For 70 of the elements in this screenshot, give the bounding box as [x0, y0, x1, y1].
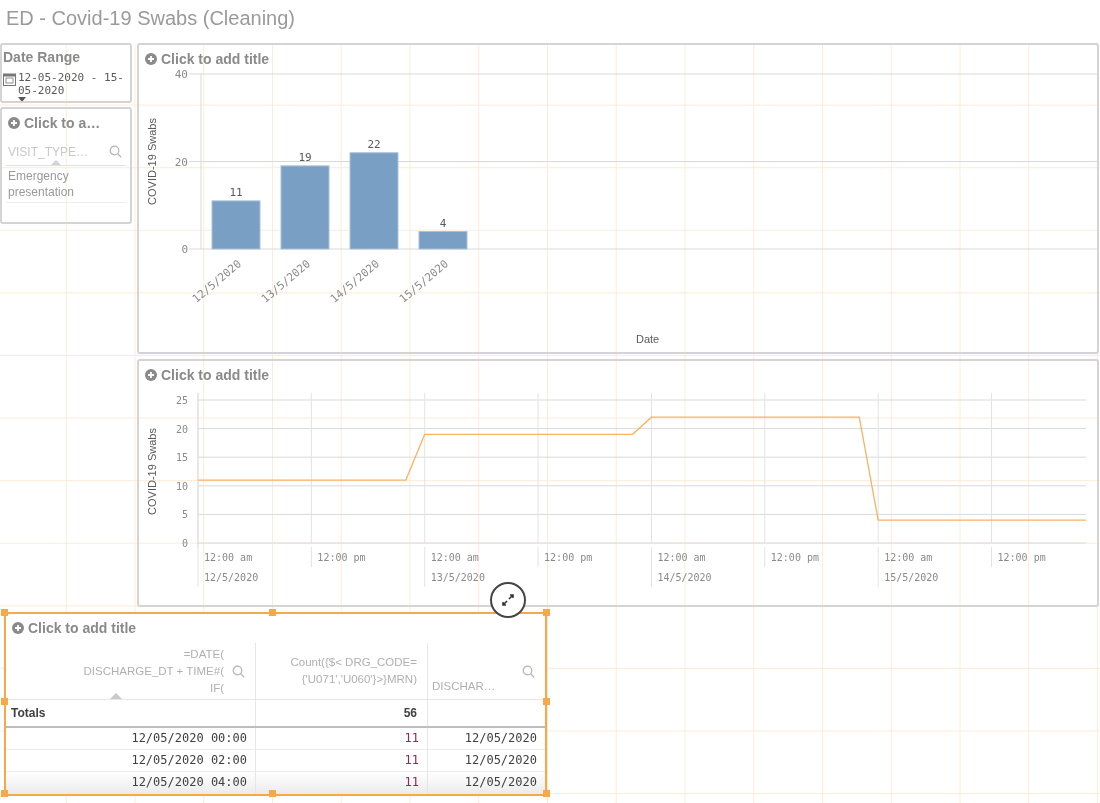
calendar-icon	[3, 72, 16, 86]
table-cell: 11	[256, 728, 428, 750]
axis-tick-label: 20	[175, 423, 188, 435]
axis-tick-label: 14/5/2020	[657, 571, 712, 583]
table-cell: 12/05/2020 04:00	[6, 772, 256, 794]
data-label: 11	[229, 185, 243, 199]
axis-tick-label: 12:00 pm	[317, 551, 366, 563]
caret-icon	[18, 97, 26, 101]
axis-tick-label: 25	[175, 394, 188, 406]
axis-tick-label: 5	[181, 509, 188, 521]
resize-handle[interactable]	[1, 698, 8, 705]
filter-list-item[interactable]: Emergency presentation	[6, 166, 126, 203]
date-range-dropdown[interactable]: 12-05-2020 - 15-05-2020	[18, 71, 130, 101]
card-title[interactable]: Click to add title	[161, 365, 270, 384]
add-icon	[145, 368, 157, 381]
card-title[interactable]: Click to a…	[24, 114, 101, 132]
card-title[interactable]: Click to add title	[161, 50, 270, 68]
column-header[interactable]: DISCHAR…	[428, 643, 545, 699]
resize-handle[interactable]	[269, 609, 276, 616]
axis-tick-label: 0	[181, 537, 188, 549]
table-cell: 12/05/2020	[428, 728, 545, 750]
axis-tick-label: 0	[181, 243, 188, 256]
axis-tick-label: 12:00 pm	[770, 551, 819, 563]
axis-title: COVID-19 Swabs	[146, 427, 158, 515]
axis-tick-label: 12:00 pm	[997, 551, 1046, 563]
table-cell: 11	[256, 772, 428, 794]
bar[interactable]	[280, 165, 330, 250]
sheet-title: ED - Covid-19 Swabs (Cleaning)	[6, 6, 296, 31]
column-header[interactable]: Count({$< DRG_CODE= {'U071','U060'}>}MRN)	[256, 643, 428, 699]
resize-handle[interactable]	[1, 609, 8, 616]
axis-tick-label: 15/5/2020	[884, 571, 939, 583]
axis-tick-label: 13/5/2020	[430, 571, 485, 583]
expand-button[interactable]	[490, 582, 526, 618]
expand-icon	[501, 593, 515, 607]
resize-handle[interactable]	[543, 698, 550, 705]
data-label: 22	[367, 137, 381, 151]
bar[interactable]	[349, 152, 399, 250]
resize-handle[interactable]	[269, 790, 276, 797]
resize-handle[interactable]	[543, 609, 550, 616]
add-icon	[8, 117, 20, 129]
axis-tick-label: 10	[175, 480, 188, 492]
axis-title: COVID-19 Swabs	[146, 118, 158, 205]
search-icon[interactable]	[522, 664, 535, 678]
search-icon[interactable]	[232, 664, 245, 678]
search-icon[interactable]	[109, 145, 122, 158]
axis-tick-label: 40	[174, 69, 188, 81]
axis-tick-label: 12:00 am	[884, 551, 933, 563]
table-cell: 12/05/2020 00:00	[6, 728, 256, 750]
card-title: Date Range	[2, 48, 82, 67]
axis-tick-label: 12:00 am	[204, 551, 253, 563]
column-header[interactable]: =DATE( DISCHARGE_DT + TIME#( IF(	[6, 643, 256, 699]
axis-tick-label: 12:00 am	[430, 551, 479, 563]
card-title[interactable]: Click to add title	[28, 619, 137, 637]
resize-handle[interactable]	[543, 790, 550, 797]
axis-tick-label: 20	[174, 155, 188, 169]
axis-tick-label: 12:00 am	[657, 551, 706, 563]
add-icon	[145, 53, 157, 65]
data-label: 4	[439, 216, 447, 230]
bar[interactable]	[211, 200, 261, 250]
resize-handle[interactable]	[1, 790, 8, 797]
sort-indicator-icon	[110, 693, 122, 699]
data-label: 19	[298, 150, 312, 164]
bar[interactable]	[418, 231, 468, 250]
add-icon	[12, 622, 24, 634]
totals-cell: 56	[256, 700, 428, 726]
axis-tick-label: 12:00 pm	[544, 551, 593, 563]
axis-title: Date	[636, 332, 660, 347]
sort-indicator-icon	[51, 160, 61, 165]
axis-tick-label: 12/5/2020	[204, 571, 259, 583]
axis-tick-label: 15	[175, 452, 188, 464]
